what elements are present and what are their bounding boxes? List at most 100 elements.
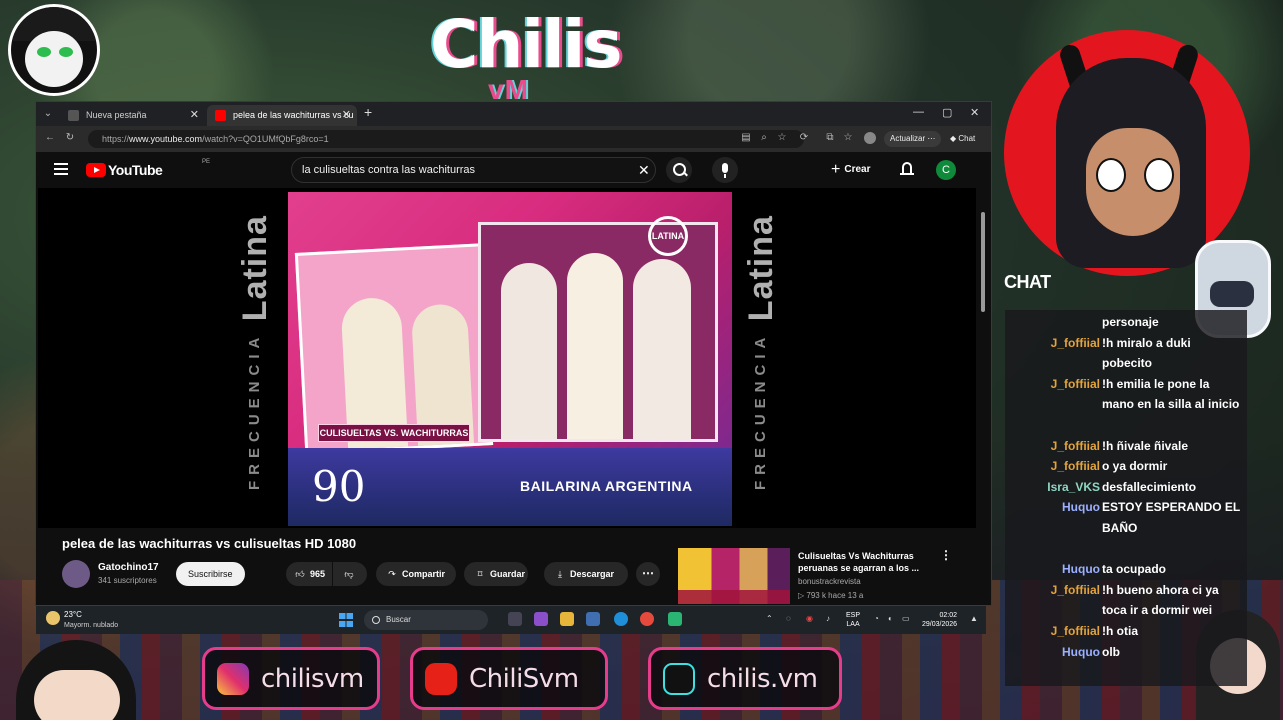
microphone-icon[interactable] (712, 157, 738, 183)
recommended-more-icon[interactable]: ⋮ (940, 548, 952, 562)
app-icon[interactable] (586, 612, 600, 626)
taskbar-search[interactable]: Buscar (364, 610, 488, 630)
chat-username: Huquo (1062, 562, 1100, 577)
stream-logo: Chilis vM (430, 6, 623, 106)
channel-name[interactable]: Gatochino17 (98, 562, 159, 573)
save-button[interactable]: ⌑ Guardar (464, 562, 528, 586)
lang-line1: ESP (846, 612, 861, 619)
search-icon[interactable] (666, 157, 692, 183)
zoom-icon[interactable]: ⌕ (758, 132, 770, 144)
channel-avatar[interactable] (62, 560, 90, 588)
video-caption: CULISUELTAS VS. WACHITURRAS (318, 424, 470, 442)
video-right-panel (478, 222, 718, 442)
wifi-icon[interactable]: ◔ (874, 614, 879, 623)
chat-button-label: Chat (958, 134, 976, 143)
youtube-favicon-icon (215, 110, 226, 121)
refresh-icon[interactable]: ↻ (64, 132, 76, 144)
favorites-icon[interactable]: ☆ (842, 132, 854, 144)
search-box[interactable]: la culisueltas contra las wachiturras ✕ (291, 157, 656, 183)
video-lower-third: 90 BAILARINA ARGENTINA (288, 448, 732, 526)
chrome-icon[interactable] (640, 612, 654, 626)
streamer-avatar (1004, 30, 1250, 276)
weather-temp: 23°C (64, 610, 82, 619)
youtube-play-icon (86, 163, 106, 177)
lower-third-label: BAILARINA ARGENTINA (520, 478, 693, 494)
chat-username: J_foffiial (1050, 376, 1100, 391)
tab-new-tab[interactable]: Nueva pestaña ✕ (60, 105, 205, 126)
recommended-channel[interactable]: bonustrackrevista (798, 577, 861, 586)
thumbs-down-icon: 👎︎ (344, 569, 354, 579)
video-frame: LATINA CULISUELTAS VS. WACHITURRAS 90 BA… (288, 192, 732, 526)
tray-icon[interactable]: ◌ (786, 614, 791, 623)
instagram-badge: chilisvm (202, 647, 380, 710)
subscribe-button[interactable]: Suscribirse (176, 562, 245, 586)
share-button[interactable]: ↷ Compartir (376, 562, 456, 586)
back-icon[interactable]: ← (44, 132, 56, 144)
split-screen-icon[interactable]: ⧉ (824, 132, 836, 144)
task-view-icon[interactable] (508, 612, 522, 626)
notification-icon[interactable]: ▲ (970, 614, 978, 623)
recommended-thumbnail[interactable] (678, 548, 790, 604)
notifications-bell-icon[interactable] (900, 162, 914, 176)
recommended-title[interactable]: Culisueltas Vs Wachiturras peruanas se a… (798, 550, 928, 574)
chat-panel: personaje J_foffiial !h miralo a duki pobe… (1005, 310, 1247, 686)
app-icon[interactable] (668, 612, 682, 626)
language-indicator[interactable]: ESP LAA (846, 611, 860, 629)
tab-strip: ⌄ Nueva pestaña ✕ pelea de las wachiturr… (36, 102, 991, 126)
youtube-icon (425, 663, 457, 695)
chat-message-text: !h miralo a duki pobecito (1102, 335, 1191, 371)
reader-icon[interactable]: ▤ (740, 132, 752, 144)
minimize-icon[interactable]: — (913, 106, 924, 118)
edge-browser-icon[interactable] (614, 612, 628, 626)
side-brand-right-text: Latina (742, 215, 780, 322)
url-field[interactable]: https://www.youtube.com/watch?v=QO1UMfQb… (88, 130, 804, 148)
taskbar-clock[interactable]: 02:02 29/03/2026 (922, 611, 957, 629)
clear-search-icon[interactable]: ✕ (638, 158, 650, 182)
search-input[interactable]: la culisueltas contra las wachiturras (302, 158, 475, 182)
extension-icon[interactable]: ⟳ (798, 132, 810, 144)
tiktok-icon (663, 663, 695, 695)
account-avatar[interactable]: C (936, 160, 956, 180)
chat-username: J_foffiial (1050, 459, 1100, 474)
more-actions-icon[interactable]: ⋯ (636, 562, 660, 586)
menu-icon[interactable] (54, 163, 68, 175)
side-brand-left-text: Latina (236, 215, 274, 322)
clock-date: 29/03/2026 (922, 621, 958, 628)
copilot-chat-button[interactable]: ◆ Chat (944, 131, 982, 147)
country-code: PE (202, 159, 211, 165)
profile-icon[interactable] (864, 132, 876, 144)
favorite-star-icon[interactable]: ☆ (776, 132, 788, 144)
close-tab-icon[interactable]: ✕ (190, 105, 199, 126)
maximize-icon[interactable]: ▢ (942, 106, 952, 119)
new-tab-plus-icon[interactable]: + (364, 104, 372, 120)
video-player[interactable]: FRECUENCIA Latina FRECUENCIA Latina LATI… (38, 188, 976, 528)
tray-chevron-icon[interactable]: ⌃ (766, 614, 773, 623)
volume-icon[interactable]: ◐ (888, 614, 893, 623)
create-label: Crear (844, 164, 871, 175)
tab-youtube-video[interactable]: pelea de las wachiturras vs cu ✕ (207, 105, 357, 126)
create-button[interactable]: + Crear (831, 161, 870, 179)
chat-username: J_foffiial (1050, 582, 1100, 597)
tab-list-icon[interactable]: ⌄ (42, 108, 54, 120)
dislike-button[interactable]: 👎︎ (333, 562, 367, 586)
side-brand-right: FRECUENCIA Latina (742, 198, 782, 508)
windows-start-icon[interactable] (339, 613, 353, 627)
battery-icon[interactable]: ▭ (902, 614, 910, 623)
recommended-meta: ▷ 793 k hace 13 a (798, 591, 864, 600)
weather-widget[interactable]: 23°C Mayorm. nublado (46, 610, 118, 631)
microphone-tray-icon[interactable]: ♪ (826, 614, 830, 623)
bookmark-icon: ⌑ (477, 569, 483, 579)
youtube-logo-text: YouTube (108, 162, 163, 178)
side-text-left: FRECUENCIA (246, 332, 263, 491)
download-button[interactable]: ⤓ Descargar (544, 562, 628, 586)
app-icon[interactable] (534, 612, 548, 626)
close-tab-icon[interactable]: ✕ (342, 105, 351, 126)
like-button[interactable]: 👍︎ 965 (286, 562, 332, 586)
file-explorer-icon[interactable] (560, 612, 574, 626)
update-button[interactable]: Actualizar ⋯ (884, 131, 942, 147)
scrollbar[interactable] (981, 212, 985, 312)
tray-icon[interactable]: ◉ (806, 614, 813, 623)
youtube-page: YouTube PE la culisueltas contra las wac… (36, 152, 991, 605)
clock-time: 02:02 (939, 612, 958, 619)
close-window-icon[interactable]: ✕ (970, 106, 979, 119)
